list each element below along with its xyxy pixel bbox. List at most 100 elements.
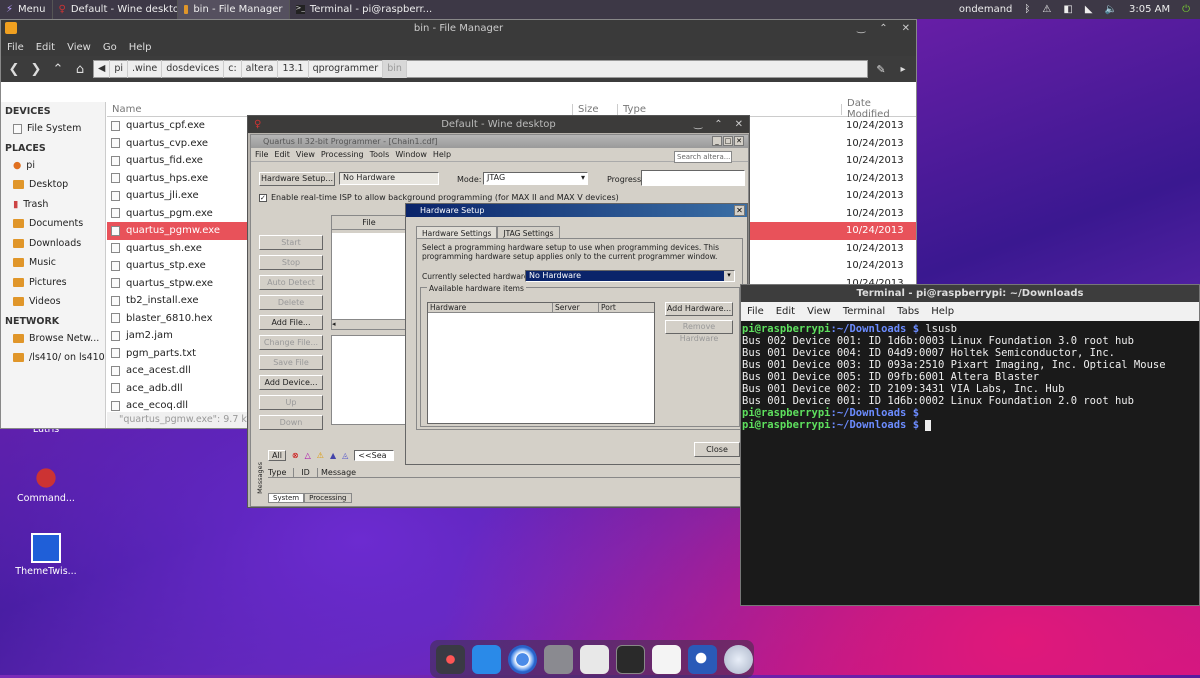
crumb[interactable]: .wine <box>128 60 163 78</box>
hardware-setup-button[interactable]: Hardware Setup... <box>259 172 335 186</box>
hardware-list[interactable]: Hardware Server Port <box>427 302 655 424</box>
text-editor-icon[interactable] <box>652 644 681 674</box>
sidebar-item-browse-network[interactable]: Browse Netw... <box>1 329 105 349</box>
maximize-icon[interactable]: ⌃ <box>879 20 887 38</box>
add-hardware-button[interactable]: Add Hardware... <box>665 302 733 316</box>
update-icon[interactable]: ⚠ <box>1042 4 1051 15</box>
col-type[interactable]: Type <box>618 103 842 115</box>
menu-help[interactable]: Help <box>129 42 152 53</box>
sidebar-item-downloads[interactable]: Downloads <box>1 234 105 254</box>
close-button[interactable]: Close <box>694 442 740 457</box>
bluetooth-icon[interactable]: ᛒ <box>1024 4 1030 15</box>
menu-view[interactable]: View <box>807 306 831 317</box>
sidebar-item-ls410[interactable]: /ls410/ on ls410 <box>1 348 105 368</box>
terminal-titlebar[interactable]: Terminal - pi@raspberrypi: ~/Downloads <box>741 285 1199 302</box>
minimize-icon[interactable]: ‿ <box>857 20 865 38</box>
file-col-header[interactable]: File <box>332 216 406 230</box>
menu-edit[interactable]: Edit <box>36 42 55 53</box>
menu-file[interactable]: File <box>7 42 24 53</box>
remove-hardware-button[interactable]: Remove Hardware <box>665 320 733 343</box>
crumb[interactable]: pi <box>110 60 128 78</box>
col-name[interactable]: Name <box>107 103 573 115</box>
crumb-current[interactable]: bin <box>383 60 407 78</box>
h-scrollbar[interactable]: ◂ <box>332 319 408 329</box>
menu-view[interactable]: View <box>67 42 91 53</box>
col-hardware[interactable]: Hardware <box>428 303 553 312</box>
tab-system[interactable]: System <box>268 493 305 503</box>
terminal-icon[interactable] <box>616 644 645 674</box>
hardware-field[interactable]: No Hardware <box>339 172 439 185</box>
minimize-icon[interactable]: _ <box>712 136 722 146</box>
edit-path-icon[interactable]: ✎ <box>872 63 890 76</box>
sidebar-item-music[interactable]: Music <box>1 253 105 273</box>
hw-titlebar[interactable]: Hardware Setup ✕ <box>406 204 747 217</box>
msg-col-type[interactable]: Type <box>268 468 294 477</box>
sidebar-item-trash[interactable]: ▮ Trash <box>1 195 105 215</box>
menu-window[interactable]: Window <box>395 150 427 159</box>
side-button-change-file[interactable]: Change File... <box>259 335 323 350</box>
sidebar-item-filesystem[interactable]: File System <box>1 119 105 139</box>
side-button-down[interactable]: Down <box>259 415 323 430</box>
crumb[interactable]: altera <box>242 60 279 78</box>
side-button-up[interactable]: Up <box>259 395 323 410</box>
menu-button[interactable]: ⚡ Menu <box>0 0 52 19</box>
side-button-add-device[interactable]: Add Device... <box>259 375 323 390</box>
menu-go[interactable]: Go <box>103 42 117 53</box>
home-icon[interactable]: ⌂ <box>71 62 89 77</box>
col-port[interactable]: Port <box>599 303 616 312</box>
menu-file[interactable]: File <box>255 150 268 159</box>
sidebar-item-desktop[interactable]: Desktop <box>1 175 105 195</box>
col-size[interactable]: Size <box>573 103 618 115</box>
crumb-next-icon[interactable]: ▸ <box>894 64 912 75</box>
system-icon[interactable] <box>724 644 753 674</box>
chromium-icon[interactable] <box>508 644 537 674</box>
maximize-icon[interactable]: □ <box>723 136 733 146</box>
altera-search-input[interactable]: Search altera... <box>674 151 732 163</box>
app-grid-icon[interactable] <box>436 644 465 674</box>
files-icon[interactable] <box>472 644 501 674</box>
speaker-icon[interactable]: 🔈 <box>1105 4 1117 15</box>
menu-processing[interactable]: Processing <box>321 150 364 159</box>
filter-all-button[interactable]: All <box>268 449 286 461</box>
side-button-delete[interactable]: Delete <box>259 295 323 310</box>
close-icon[interactable]: ✕ <box>902 20 910 38</box>
power-icon[interactable]: ⏻ <box>1182 4 1190 15</box>
menu-edit[interactable]: Edit <box>274 150 290 159</box>
network-label[interactable]: ondemand <box>959 4 1013 15</box>
current-hw-select[interactable]: No Hardware ▾ <box>525 270 735 282</box>
close-icon[interactable]: ✕ <box>734 136 744 146</box>
maximize-icon[interactable]: ⌃ <box>714 116 722 133</box>
error-filter-icon[interactable]: ⊗ <box>292 451 299 460</box>
menu-file[interactable]: File <box>747 306 764 317</box>
side-button-add-file[interactable]: Add File... <box>259 315 323 330</box>
wine-titlebar[interactable]: ♀ Default - Wine desktop ‿ ⌃ ✕ <box>248 116 749 133</box>
task-file-manager[interactable]: bin - File Manager <box>176 0 289 19</box>
up-icon[interactable]: ⌃ <box>49 62 67 77</box>
wifi-icon[interactable]: ◣ <box>1085 4 1093 15</box>
side-button-auto-detect[interactable]: Auto Detect <box>259 275 323 290</box>
isp-checkbox[interactable]: ✓ Enable real-time ISP to allow backgrou… <box>259 193 619 202</box>
menu-tabs[interactable]: Tabs <box>897 306 919 317</box>
task-terminal[interactable]: >_ Terminal - pi@raspberr... <box>288 0 432 19</box>
mail-icon[interactable] <box>580 644 609 674</box>
menu-edit[interactable]: Edit <box>776 306 795 317</box>
software-store-icon[interactable] <box>544 644 573 674</box>
desktop-icon-command[interactable]: Command... <box>14 460 78 504</box>
qp-titlebar[interactable]: Quartus II 32-bit Programmer - [Chain1.c… <box>251 135 748 148</box>
col-date[interactable]: Date Modified <box>842 98 916 120</box>
crumb[interactable]: dosdevices <box>162 60 225 78</box>
close-icon[interactable]: ✕ <box>735 116 743 133</box>
warning-filter-icon[interactable]: ⚠ <box>317 451 324 460</box>
close-icon[interactable]: ✕ <box>734 205 745 216</box>
search-icon[interactable] <box>688 644 717 674</box>
critical-warning-filter-icon[interactable]: △ <box>305 451 311 460</box>
clock[interactable]: 3:05 AM <box>1129 4 1170 15</box>
fm-titlebar[interactable]: bin - File Manager ‿ ⌃ ✕ <box>1 20 916 38</box>
volume-icon[interactable]: ◧ <box>1063 4 1072 15</box>
mode-select[interactable]: JTAG ▾ <box>483 172 588 185</box>
msg-col-id[interactable]: ID <box>294 468 318 477</box>
msg-col-message[interactable]: Message <box>318 468 356 477</box>
menu-tools[interactable]: Tools <box>370 150 390 159</box>
crumb[interactable]: 13.1 <box>278 60 309 78</box>
suppress-filter-icon[interactable]: ◬ <box>342 451 348 460</box>
